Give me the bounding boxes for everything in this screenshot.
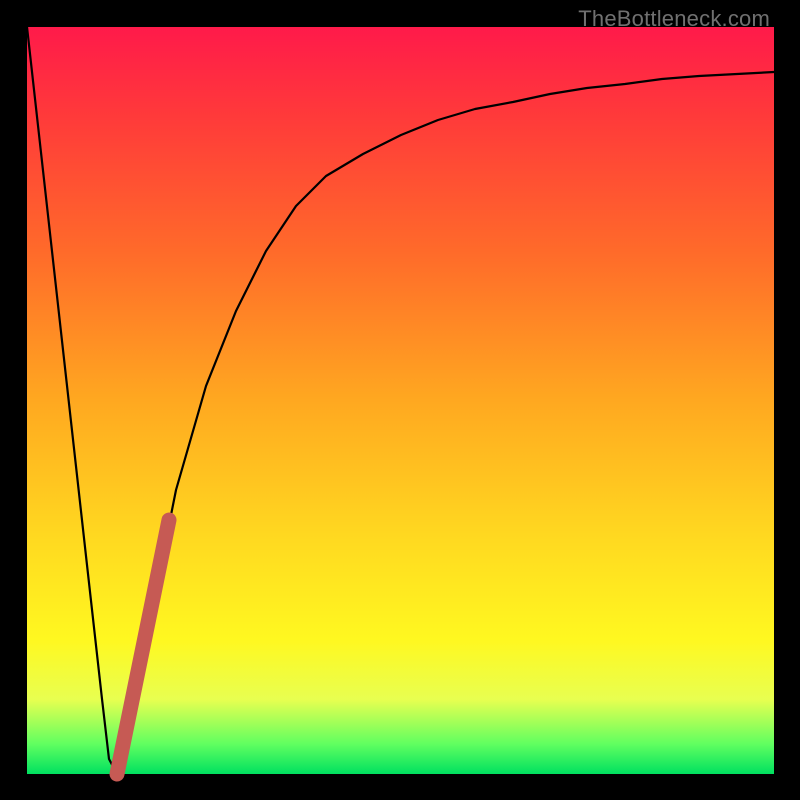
curve-layer <box>27 27 774 774</box>
marker-segment <box>117 520 169 774</box>
plot-area <box>27 27 774 774</box>
chart-frame: TheBottleneck.com <box>0 0 800 800</box>
